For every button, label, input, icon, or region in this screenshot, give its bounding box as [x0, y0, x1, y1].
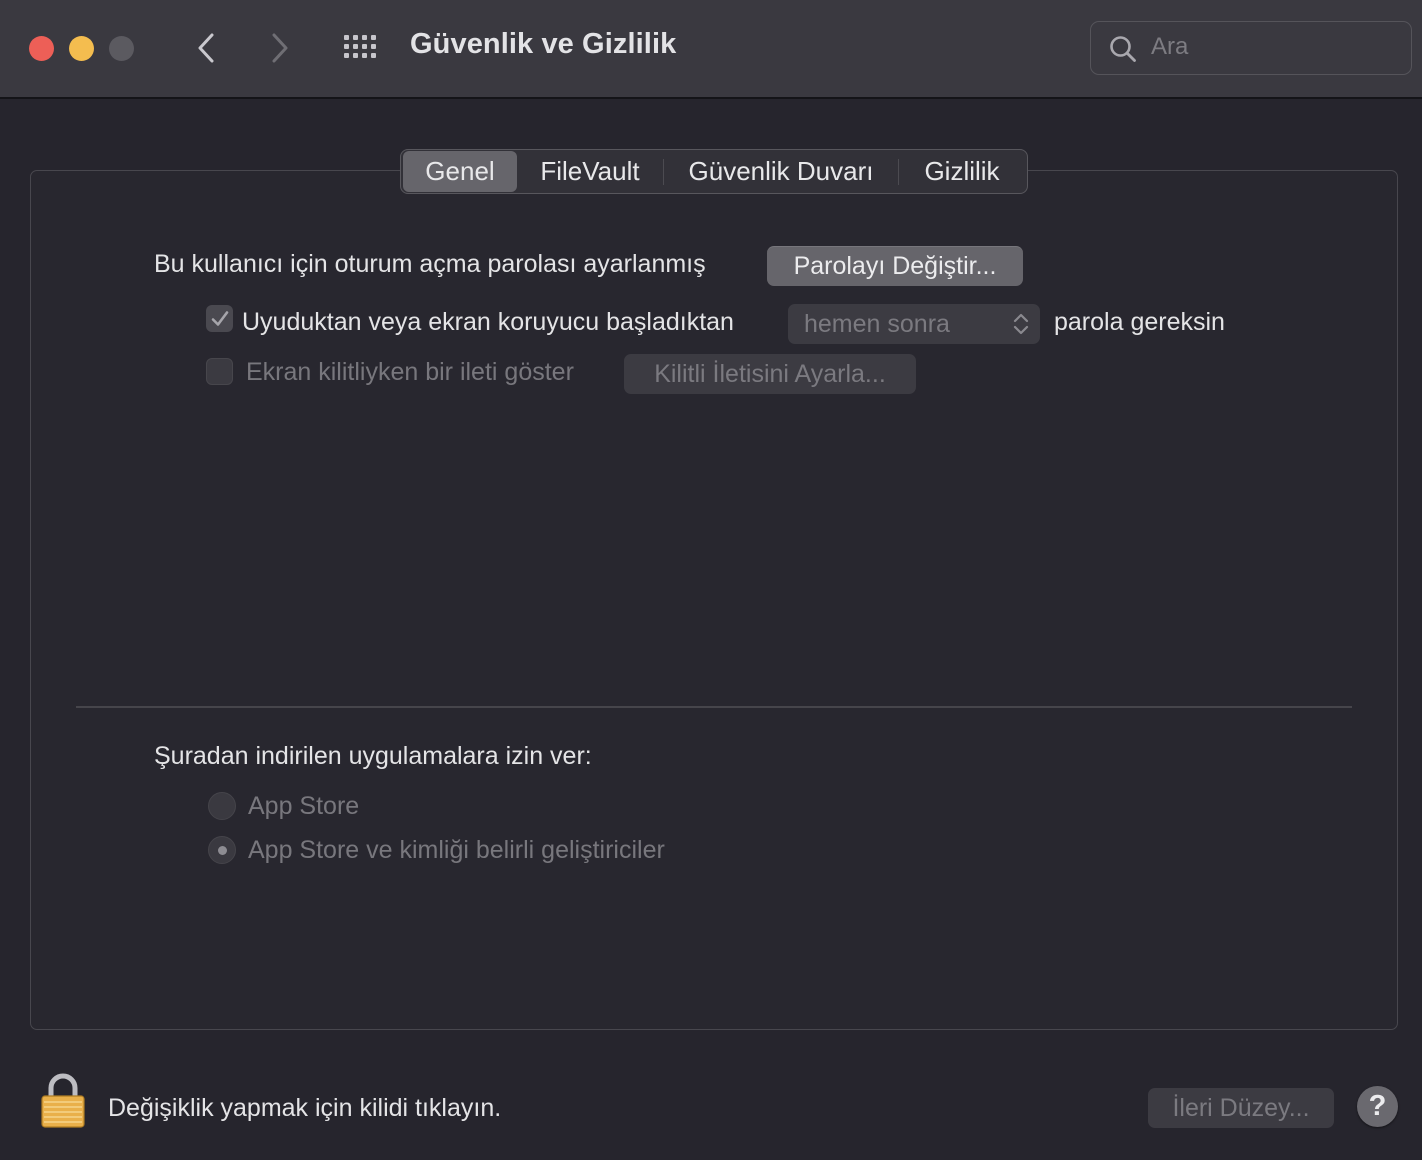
password-delay-value: hemen sonra — [804, 309, 950, 338]
search-field[interactable] — [1090, 21, 1412, 75]
window-title: Güvenlik ve Gizlilik — [410, 28, 677, 60]
lock-button[interactable] — [40, 1072, 86, 1128]
radio-app-store-label: App Store — [248, 792, 360, 820]
require-password-label: Uyuduktan veya ekran koruyucu başladıkta… — [242, 308, 734, 336]
title-bar: Güvenlik ve Gizlilik — [0, 0, 1422, 99]
radio-app-store-identified[interactable] — [208, 836, 236, 864]
allow-apps-heading: Şuradan indirilen uygulamalara izin ver: — [154, 742, 592, 770]
lock-message-checkbox[interactable] — [206, 358, 233, 385]
require-password-checkbox[interactable] — [206, 305, 233, 332]
radio-app-store[interactable] — [208, 792, 236, 820]
lock-instructions: Değişiklik yapmak için kilidi tıklayın. — [108, 1094, 502, 1122]
password-delay-popup[interactable]: hemen sonra — [788, 304, 1040, 344]
help-button[interactable]: ? — [1357, 1086, 1398, 1127]
section-divider — [76, 706, 1352, 708]
popup-arrows-icon — [1013, 313, 1029, 335]
zoom-button[interactable] — [109, 36, 134, 61]
tab-firewall[interactable]: Güvenlik Duvarı — [664, 151, 898, 192]
lock-message-label: Ekran kilitliyken bir ileti göster — [246, 358, 574, 386]
tab-genel[interactable]: Genel — [403, 151, 517, 192]
forward-chevron-icon — [272, 33, 288, 63]
padlock-icon — [41, 1073, 85, 1128]
back-button[interactable] — [184, 26, 228, 70]
tab-bar: Genel FileVault Güvenlik Duvarı Gizlilik — [400, 149, 1028, 194]
change-password-button[interactable]: Parolayı Değiştir... — [767, 246, 1023, 286]
tab-filevault[interactable]: FileVault — [517, 151, 663, 192]
general-panel — [30, 170, 1398, 1030]
set-lock-message-button[interactable]: Kilitli İletisini Ayarla... — [624, 354, 916, 394]
forward-button[interactable] — [258, 26, 302, 70]
tab-privacy[interactable]: Gizlilik — [899, 151, 1025, 192]
radio-app-store-identified-label: App Store ve kimliği belirli geliştirici… — [248, 836, 665, 864]
system-preferences-window: Güvenlik ve Gizlilik Genel FileVault Güv… — [0, 0, 1422, 1160]
advanced-button[interactable]: İleri Düzey... — [1148, 1088, 1334, 1128]
close-button[interactable] — [29, 36, 54, 61]
checkmark-icon — [211, 310, 228, 326]
back-chevron-icon — [198, 33, 214, 63]
search-icon — [1110, 36, 1136, 62]
minimize-button[interactable] — [69, 36, 94, 61]
search-input[interactable] — [1151, 22, 1401, 72]
password-set-label: Bu kullanıcı için oturum açma parolası a… — [154, 250, 706, 278]
show-all-button[interactable] — [340, 30, 384, 66]
require-password-suffix: parola gereksin — [1054, 308, 1225, 336]
